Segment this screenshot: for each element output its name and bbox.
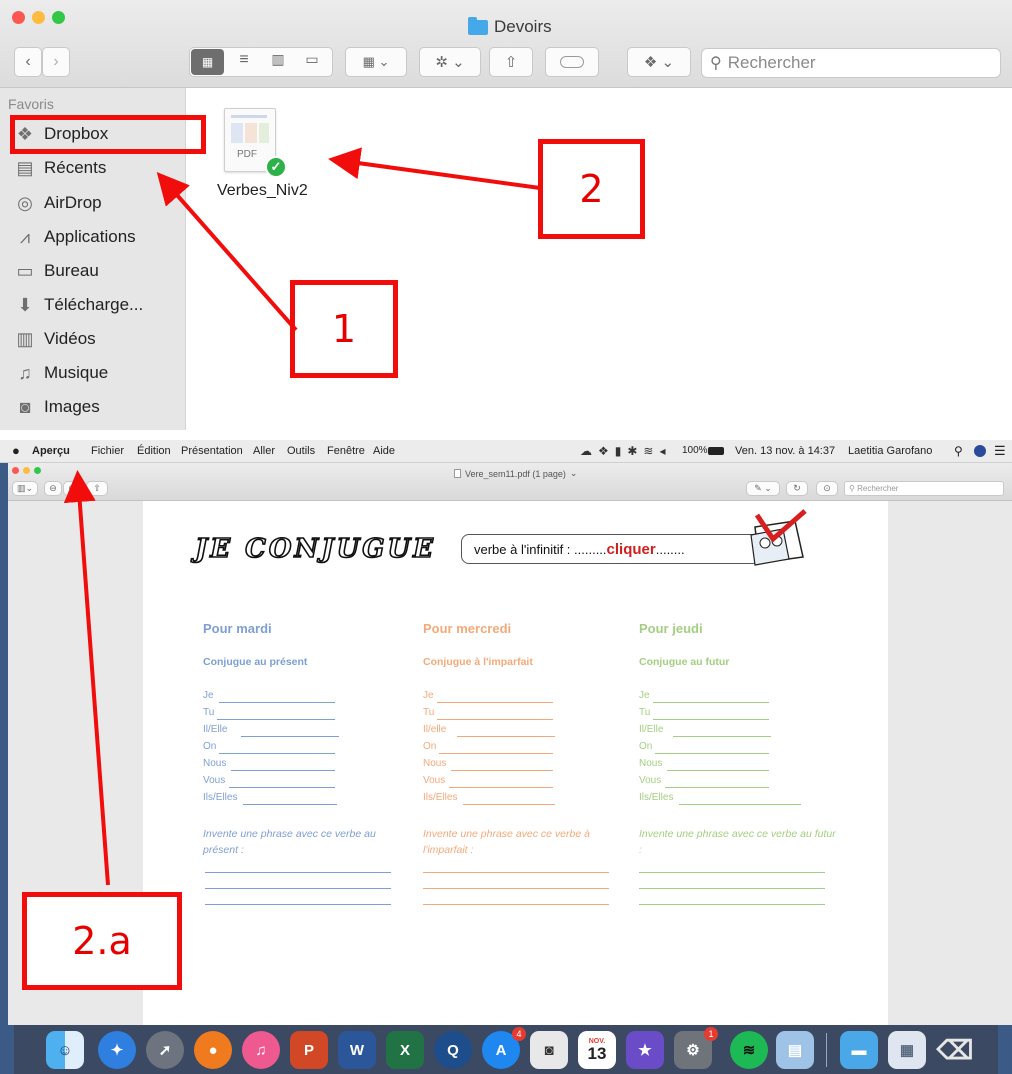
arrow-step-1 bbox=[156, 171, 298, 332]
annotation-step-2a: 2.a bbox=[22, 892, 182, 990]
composite-screenshot: Devoirs ‹ › ▦ ≡ ▥ ▭ ▦ ⌄ ✲ ⌄ ⇧ ❖ ⌄ ⚲ Rech… bbox=[0, 0, 1012, 1074]
annotation-step-2a-label: 2.a bbox=[72, 919, 132, 963]
arrow-step-2 bbox=[328, 147, 541, 190]
arrow-step-2a bbox=[63, 470, 110, 886]
